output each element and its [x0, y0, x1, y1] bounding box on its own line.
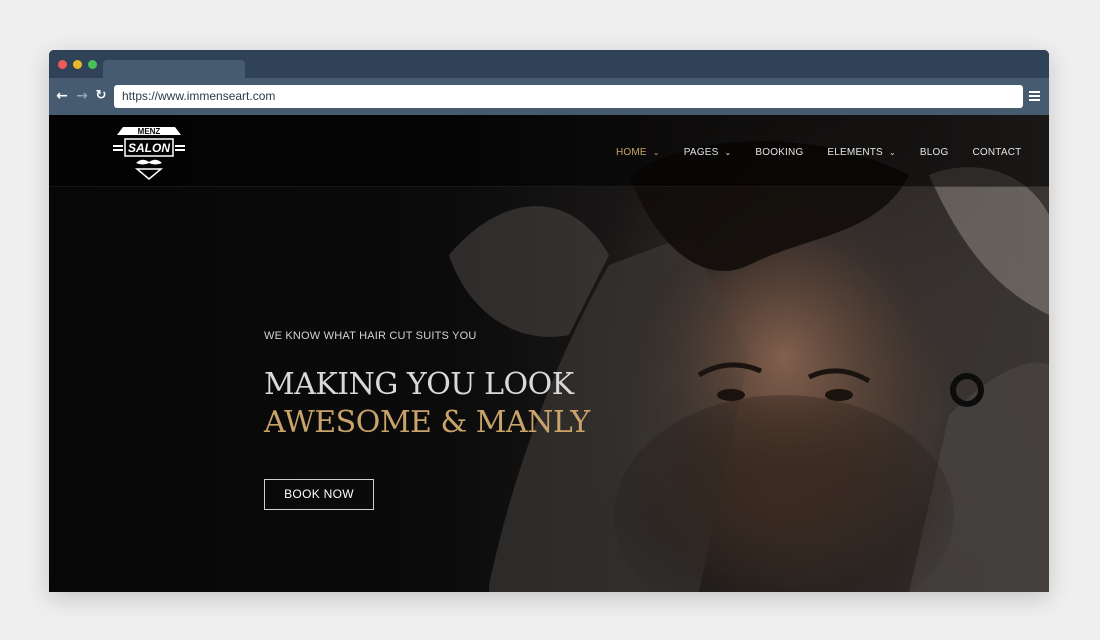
main-navigation: HOME ⌄ PAGES ⌄ BOOKING ELEMENTS ⌄ BLOG C…: [616, 145, 1021, 159]
site-header: MENZ SALON HOME ⌄ PAGES ⌄ BOOKING ELEMEN…: [49, 115, 1049, 187]
close-window-button[interactable]: [58, 60, 67, 69]
nav-item-pages[interactable]: PAGES ⌄: [684, 147, 732, 158]
web-page: MENZ SALON HOME ⌄ PAGES ⌄ BOOKING ELEMEN…: [49, 115, 1049, 592]
hero-headline-line2: AWESOME & MANLY: [264, 405, 590, 440]
nav-item-label: CONTACT: [972, 146, 1022, 158]
chevron-down-icon: ⌄: [724, 147, 732, 157]
hero-kicker: WE KNOW WHAT HAIR CUT SUITS YOU: [264, 330, 477, 342]
nav-item-label: PAGES: [683, 146, 719, 158]
nav-item-contact[interactable]: CONTACT: [972, 147, 1021, 158]
nav-item-label: HOME: [616, 146, 647, 158]
nav-item-label: BOOKING: [755, 146, 804, 158]
arrow-left-icon[interactable]: ←: [53, 87, 71, 105]
nav-item-blog[interactable]: BLOG: [920, 147, 949, 158]
chevron-down-icon: ⌄: [652, 147, 660, 157]
nav-item-home[interactable]: HOME ⌄: [616, 147, 660, 158]
menz-salon-logo-icon[interactable]: MENZ SALON: [109, 125, 189, 181]
browser-tab[interactable]: [103, 60, 245, 78]
browser-window: ← → ↻ https://www.immenseart.com MENZ SA…: [49, 50, 1049, 592]
minimize-window-button[interactable]: [73, 60, 82, 69]
book-now-button[interactable]: BOOK NOW: [264, 479, 374, 510]
reload-icon[interactable]: ↻: [92, 87, 110, 105]
maximize-window-button[interactable]: [88, 60, 97, 69]
arrow-right-icon[interactable]: →: [73, 87, 91, 105]
hero-headline-line1: MAKING YOU LOOK: [264, 367, 574, 402]
browser-toolbar: ← → ↻ https://www.immenseart.com: [49, 78, 1049, 115]
chevron-down-icon: ⌄: [888, 147, 896, 157]
nav-item-label: BLOG: [919, 146, 949, 158]
nav-item-elements[interactable]: ELEMENTS ⌄: [827, 147, 895, 158]
svg-text:MENZ: MENZ: [138, 127, 161, 136]
hamburger-menu-icon[interactable]: [1029, 91, 1040, 101]
svg-text:SALON: SALON: [128, 141, 170, 155]
address-bar[interactable]: https://www.immenseart.com: [114, 85, 1023, 108]
browser-titlebar: [49, 50, 1049, 78]
nav-item-label: ELEMENTS: [827, 146, 883, 158]
nav-item-booking[interactable]: BOOKING: [755, 147, 803, 158]
